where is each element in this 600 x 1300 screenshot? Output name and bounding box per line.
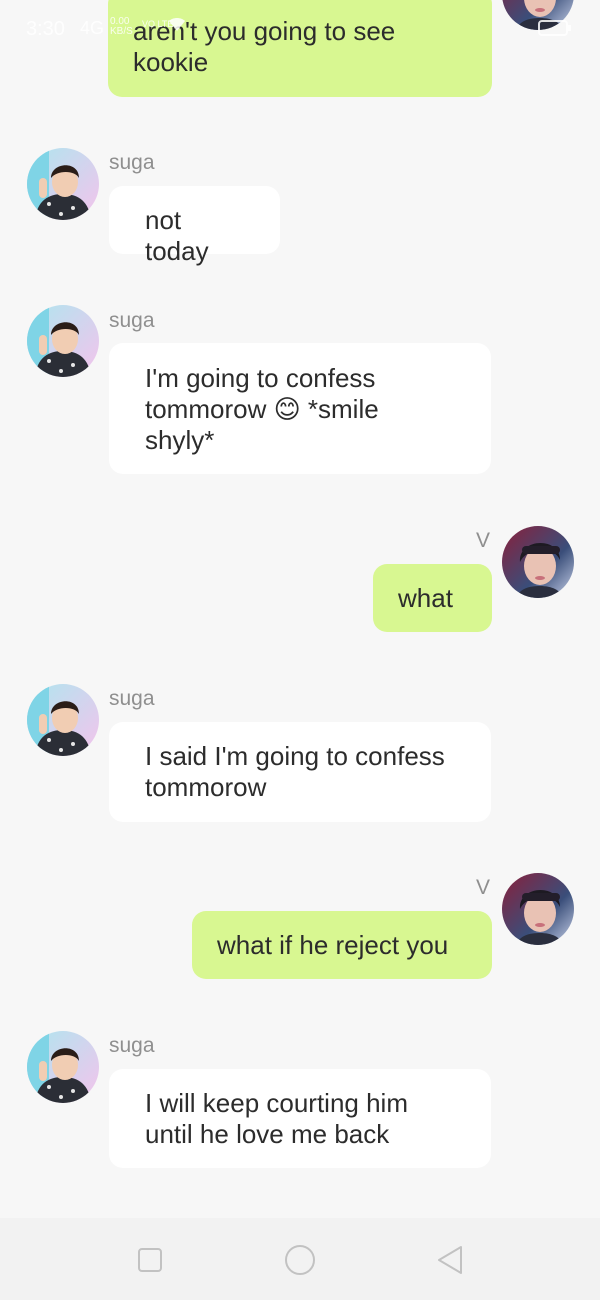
sender-name: V (476, 876, 491, 899)
network-speed-unit: KB/S (110, 26, 133, 37)
network-icon: 4G (80, 18, 105, 38)
avatar-suga[interactable] (27, 684, 99, 756)
home-icon[interactable] (282, 1242, 318, 1278)
network-speed: 0.00 KB/S (110, 17, 133, 37)
avatar-suga[interactable] (27, 305, 99, 377)
sender-name: V (476, 529, 491, 552)
sender-name: suga (109, 1034, 155, 1057)
message-bubble[interactable]: not today (109, 186, 280, 266)
recent-apps-icon[interactable] (132, 1242, 168, 1278)
suga-avatar-image (27, 1031, 99, 1103)
avatar-suga[interactable] (27, 148, 99, 220)
status-time: 3:30 (26, 18, 65, 40)
back-icon[interactable] (432, 1242, 468, 1278)
navigation-bar (0, 1218, 600, 1300)
sender-name: suga (109, 687, 155, 710)
message-bubble[interactable]: what (373, 564, 492, 632)
message-bubble[interactable]: I'm going to confess tommorow 😊 *smile s… (109, 343, 491, 474)
message-bubble[interactable]: I said I'm going to confess tommorow (109, 722, 491, 822)
avatar-v[interactable] (502, 526, 574, 598)
suga-avatar-image (27, 148, 99, 220)
v-avatar-image (502, 873, 574, 945)
message-bubble[interactable]: I will keep courting him until he love m… (109, 1069, 491, 1168)
sender-name: suga (109, 151, 155, 174)
v-avatar-image (502, 526, 574, 598)
avatar-v[interactable] (502, 873, 574, 945)
sender-name: suga (109, 309, 155, 332)
avatar-suga[interactable] (27, 1031, 99, 1103)
status-bar: 3:30 4G 0.00 KB/S VO LTE (0, 0, 600, 60)
battery-icon (538, 20, 571, 36)
message-bubble[interactable]: what if he reject you (192, 911, 492, 979)
suga-avatar-image (27, 684, 99, 756)
suga-avatar-image (27, 305, 99, 377)
wifi-icon (169, 18, 185, 31)
